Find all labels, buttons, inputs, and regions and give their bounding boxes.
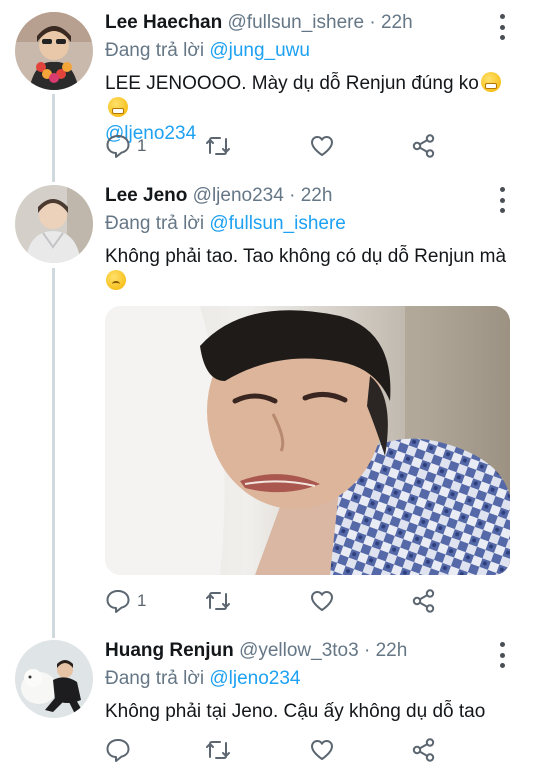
user-handle[interactable]: @yellow_3to3: [239, 640, 359, 661]
reply-prefix: Đang trả lời: [105, 213, 205, 234]
retweet-button[interactable]: [205, 737, 231, 763]
tweet-text-content: Không phải tao. Tao không có dụ dỗ Renju…: [105, 246, 507, 267]
share-icon: [412, 738, 435, 762]
tweet-header: Lee Jeno @ljeno234 · 22h: [105, 185, 332, 207]
avatar[interactable]: [15, 640, 93, 718]
kebab-menu-icon[interactable]: [497, 187, 507, 213]
retweet-button[interactable]: [205, 588, 231, 614]
timestamp[interactable]: 22h: [381, 12, 413, 33]
display-name[interactable]: Huang Renjun: [105, 640, 234, 661]
reply-count: 1: [137, 591, 147, 610]
avatar[interactable]: [15, 185, 93, 263]
reply-context: Đang trả lời @fullsun_ishere: [105, 213, 346, 235]
like-button[interactable]: [309, 133, 335, 159]
tweet[interactable]: Huang Renjun @yellow_3to3 · 22h Đang trả…: [0, 640, 540, 762]
heart-icon: [311, 740, 333, 760]
grimacing-face-emoji: [480, 72, 501, 92]
tweet-actions: 1: [105, 588, 435, 618]
retweet-icon: [206, 741, 230, 759]
reply-context: Đang trả lời @ljeno234: [105, 668, 300, 690]
display-name[interactable]: Lee Jeno: [105, 185, 187, 206]
kebab-menu-icon[interactable]: [497, 14, 507, 40]
grimacing-face-emoji: [108, 97, 128, 117]
kebab-menu-icon[interactable]: [497, 642, 507, 668]
tweet[interactable]: Lee Jeno @ljeno234 · 22h Đang trả lời @f…: [0, 185, 540, 625]
tweet-text-content: Không phải tại Jeno. Cậu ấy không dụ dỗ …: [105, 701, 486, 722]
reply-prefix: Đang trả lời: [105, 40, 205, 61]
tweet-header: Lee Haechan @fullsun_ishere · 22h: [105, 12, 413, 34]
share-button[interactable]: [411, 737, 437, 763]
retweet-icon: [206, 592, 230, 610]
tweet-text-content: LEE JENOOOO. Mày dụ dỗ Renjun đúng ko: [105, 73, 479, 94]
share-icon: [412, 589, 435, 613]
share-button[interactable]: [411, 588, 437, 614]
reply-button[interactable]: 1: [105, 588, 146, 614]
like-button[interactable]: [309, 737, 335, 763]
user-handle[interactable]: @ljeno234: [193, 185, 284, 206]
share-button[interactable]: [411, 133, 437, 159]
tweet-actions: [105, 737, 435, 767]
tweet-header: Huang Renjun @yellow_3to3 · 22h: [105, 640, 407, 662]
like-button[interactable]: [309, 588, 335, 614]
separator-dot: ·: [363, 640, 371, 661]
share-icon: [412, 134, 435, 158]
timestamp[interactable]: 22h: [376, 640, 408, 661]
reply-mention-link[interactable]: @fullsun_ishere: [209, 213, 346, 234]
avatar[interactable]: [15, 12, 93, 90]
reply-button[interactable]: 1: [105, 133, 146, 159]
tweet[interactable]: Lee Haechan @fullsun_ishere · 22h Đang t…: [0, 12, 540, 182]
speech-bubble-icon: [106, 739, 130, 762]
speech-bubble-icon: [106, 590, 130, 613]
reply-button[interactable]: [105, 737, 131, 763]
reply-mention-link[interactable]: @jung_uwu: [209, 40, 310, 61]
heart-icon: [311, 591, 333, 611]
separator-dot: ·: [289, 185, 296, 206]
tweet-text: Không phải tao. Tao không có dụ dỗ Renju…: [105, 244, 515, 294]
reply-context: Đang trả lời @jung_uwu: [105, 40, 310, 62]
speech-bubble-icon: [106, 135, 130, 158]
tweet-image[interactable]: [105, 306, 510, 575]
retweet-button[interactable]: [205, 133, 231, 159]
tweet-actions: 1: [105, 133, 435, 163]
tweet-text: Không phải tại Jeno. Cậu ấy không dụ dỗ …: [105, 699, 515, 724]
user-handle[interactable]: @fullsun_ishere: [228, 12, 365, 33]
reply-mention-link[interactable]: @ljeno234: [209, 668, 300, 689]
retweet-icon: [206, 137, 230, 155]
sad-face-emoji: [106, 270, 126, 290]
display-name[interactable]: Lee Haechan: [105, 12, 222, 33]
separator-dot: ·: [369, 12, 376, 33]
heart-icon: [311, 136, 333, 156]
reply-prefix: Đang trả lời: [105, 668, 205, 689]
reply-count: 1: [137, 136, 147, 155]
timestamp[interactable]: 22h: [301, 185, 333, 206]
